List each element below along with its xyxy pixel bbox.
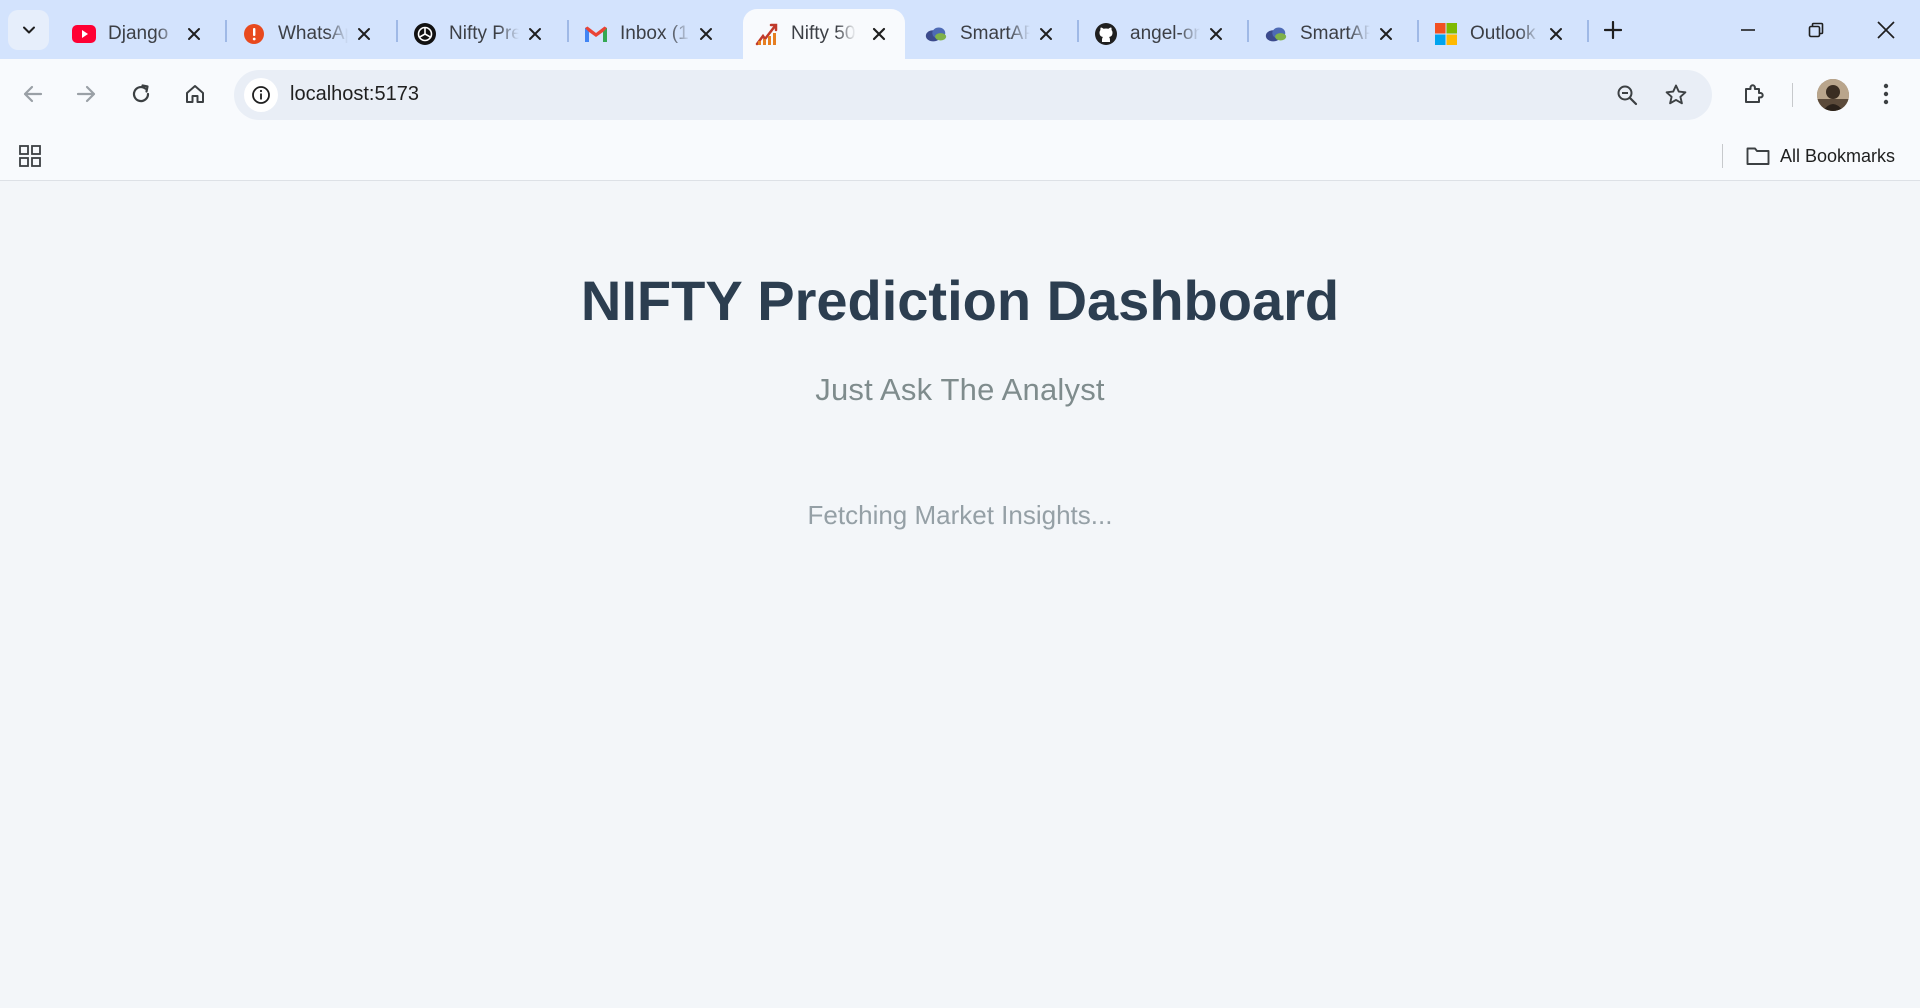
close-icon[interactable] — [694, 22, 718, 46]
close-icon[interactable] — [1034, 22, 1058, 46]
home-button[interactable] — [175, 74, 215, 114]
minimize-icon — [1741, 29, 1755, 31]
browser-menu-button[interactable] — [1866, 74, 1906, 114]
nifty-icon — [755, 22, 779, 46]
tab-smartapi-2[interactable]: SmartAPI — [1252, 9, 1412, 59]
tab-inbox[interactable]: Inbox (1 — [572, 9, 732, 59]
close-icon[interactable] — [182, 22, 206, 46]
chevron-down-icon — [22, 26, 35, 34]
more-vertical-icon — [1883, 83, 1889, 105]
address-url[interactable]: localhost:5173 — [290, 83, 419, 106]
arrow-left-icon — [23, 85, 43, 103]
page-subtitle: Just Ask The Analyst — [815, 372, 1105, 407]
tab-django[interactable]: Django — [60, 9, 220, 59]
address-bar[interactable]: localhost:5173 — [234, 70, 1712, 120]
close-icon[interactable] — [523, 22, 547, 46]
reload-button[interactable] — [121, 74, 161, 114]
smartapi-icon — [1264, 22, 1288, 46]
all-bookmarks-button[interactable]: All Bookmarks — [1746, 142, 1895, 170]
close-window-button[interactable] — [1862, 10, 1910, 50]
zoom-out-icon — [1617, 85, 1638, 106]
tab-separator — [1587, 20, 1589, 42]
profile-avatar[interactable] — [1817, 79, 1849, 111]
apps-button[interactable] — [16, 142, 44, 170]
minimize-button[interactable] — [1724, 10, 1772, 50]
page-content: NIFTY Prediction Dashboard Just Ask The … — [0, 182, 1920, 1008]
page-title: NIFTY Prediction Dashboard — [580, 269, 1340, 332]
site-info-button[interactable] — [244, 78, 278, 112]
puzzle-icon — [1745, 84, 1764, 103]
tab-title: Nifty 50 — [791, 23, 856, 44]
smartapi-icon — [924, 22, 948, 46]
forward-button[interactable] — [66, 74, 106, 114]
tab-title: Nifty Prediction — [449, 23, 519, 44]
tab-outlook[interactable]: Outlook — [1422, 9, 1582, 59]
close-icon[interactable] — [352, 22, 376, 46]
loading-message: Fetching Market Insights... — [807, 500, 1113, 530]
bookmarks-bar: All Bookmarks — [0, 130, 1920, 181]
restore-button[interactable] — [1792, 10, 1840, 50]
github-icon — [1094, 22, 1118, 46]
alert-icon — [242, 22, 266, 46]
tab-separator — [225, 20, 227, 42]
tab-title: WhatsApp — [278, 23, 348, 44]
plus-icon — [1604, 21, 1622, 39]
tab-smartapi[interactable]: SmartAPI — [912, 9, 1072, 59]
arrow-right-icon — [76, 85, 96, 103]
folder-icon — [1746, 147, 1770, 165]
extensions-button[interactable] — [1734, 74, 1774, 114]
info-icon — [252, 86, 270, 104]
tab-strip: Django WhatsApp Nifty Prediction Inbox (… — [0, 0, 1920, 59]
star-icon — [1665, 84, 1687, 105]
close-icon — [1877, 21, 1895, 39]
toolbar-divider — [1792, 83, 1793, 107]
tab-title: angel-one — [1130, 23, 1200, 44]
tab-separator — [1077, 20, 1079, 42]
back-button[interactable] — [13, 74, 53, 114]
all-bookmarks-label: All Bookmarks — [1780, 145, 1896, 166]
new-tab-button[interactable] — [1597, 14, 1629, 46]
close-icon[interactable] — [1374, 22, 1398, 46]
tab-angel-one[interactable]: angel-one — [1082, 9, 1242, 59]
bookmark-star-button[interactable] — [1661, 80, 1691, 110]
tab-title: SmartAPI — [1300, 23, 1370, 44]
close-icon[interactable] — [1204, 22, 1228, 46]
tab-title: Inbox (1 — [620, 23, 689, 44]
tab-title: Django — [108, 23, 169, 44]
profile-picture-icon — [1817, 79, 1849, 111]
home-icon — [186, 85, 204, 103]
zoom-button[interactable] — [1612, 80, 1642, 110]
reload-icon — [132, 84, 150, 103]
tab-separator — [567, 20, 569, 42]
tab-separator — [1417, 20, 1419, 42]
apps-grid-icon — [19, 145, 41, 167]
close-icon[interactable] — [867, 22, 891, 46]
tab-separator — [396, 20, 398, 42]
tab-separator — [1247, 20, 1249, 42]
tab-nifty-50[interactable]: Nifty 50 — [743, 9, 905, 59]
tab-title: Outlook — [1470, 23, 1536, 44]
restore-icon — [1808, 22, 1824, 38]
microsoft-icon — [1434, 22, 1458, 46]
tab-search-button[interactable] — [8, 10, 49, 50]
gmail-icon — [584, 22, 608, 46]
tab-nifty-prediction[interactable]: Nifty Prediction — [401, 9, 561, 59]
tab-title: SmartAPI — [960, 23, 1030, 44]
tab-whatsapp[interactable]: WhatsApp — [230, 9, 390, 59]
close-icon[interactable] — [1544, 22, 1568, 46]
openai-icon — [413, 22, 437, 46]
browser-toolbar: localhost:5173 — [0, 59, 1920, 130]
youtube-icon — [72, 22, 96, 46]
bookmarks-divider — [1722, 144, 1723, 168]
